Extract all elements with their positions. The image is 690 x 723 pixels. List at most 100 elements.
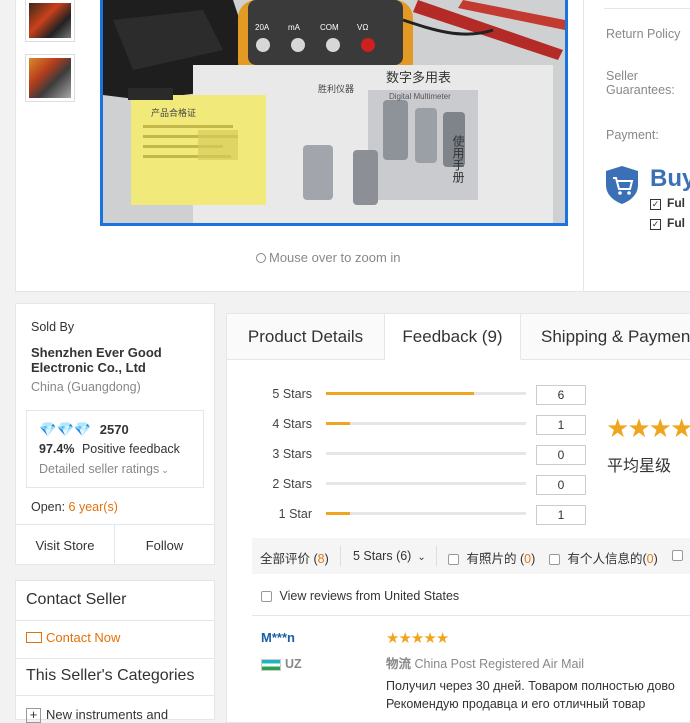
positive-feedback-label: Positive feedback [81,442,180,456]
rating-bar-fill [326,392,474,395]
checkbox[interactable] [448,554,459,566]
filter-with-photos-close: ) [531,552,536,566]
seller-actions: Visit Store Follow [16,524,214,565]
certificate-title: 产品合格证 [151,107,196,119]
seller-name-link[interactable]: Shenzhen Ever Good Electronic Co., Ltd [31,345,201,375]
contact-now-link[interactable]: Contact Now [26,630,120,645]
filter-more[interactable] [672,548,683,562]
thumbnail-2-image [29,58,71,98]
manual-title: 数字多用表 [386,70,451,86]
rating-label: 2 Stars [272,477,312,491]
contact-seller-card: Contact Seller Contact Now This Seller's… [15,580,215,723]
meter-port-label-1: 20A [255,23,270,32]
filter-all-count: 8 [317,552,325,566]
search-icon [256,253,266,263]
category-item[interactable]: + New instruments and [26,707,168,723]
star-icon: ★ [410,630,424,647]
checkbox-checked-icon: ✓ [650,199,661,210]
rating-count: 0 [536,445,586,465]
rating-bar [326,452,526,455]
rating-bar [326,422,526,425]
manual-subtitle: Digital Multimeter [389,92,451,101]
thumbnail-1-image [29,3,71,38]
chevron-down-icon: ⌄ [417,552,426,563]
filter-with-photos[interactable]: 有照片的 (0) [448,548,535,567]
protection-item-2-text: Ful [667,216,685,230]
manual-side-text: 使用手册 [451,134,465,184]
store-open-duration: Open: 6 year(s) [31,500,118,514]
divider [16,695,214,696]
star-icon: ★ [627,413,650,443]
rating-row-1-star[interactable]: 1 Star 1 [240,505,600,525]
diamond-icon: 💎 [56,421,74,437]
open-label: Open: [31,500,66,514]
rating-row-2-stars[interactable]: 2 Stars 0 [240,475,600,495]
tab-feedback[interactable]: Feedback (9) [385,314,521,360]
stars-filter-select[interactable]: 5 Stars (6) ⌄ [353,549,426,563]
category-item-label: New instruments and [46,707,169,722]
review-star-rating: ★★★★★ [386,629,449,647]
payment-label: Payment: [606,128,659,142]
tab-shipping-payment[interactable]: Shipping & Payment [521,314,690,360]
envelope-icon [26,632,42,643]
protection-item-2: ✓ Ful [650,216,685,230]
star-icon: ★ [648,413,672,443]
star-icon: ★ [435,630,449,647]
diamond-icon: 💎 [39,421,57,437]
protection-item-1-text: Ful [667,196,685,210]
uz-flag-icon [261,658,281,671]
divider [16,620,214,621]
review-text-line-1: Получил через 30 дней. Товаром полностью… [386,679,675,693]
feedback-filter-bar: 全部评价 (8) 5 Stars (6) ⌄ 有照片的 (0) 有个人信息的(0) [252,538,690,574]
rating-row-5-stars[interactable]: 5 Stars 6 [240,385,600,405]
seller-score: 2570 [99,422,129,437]
contact-seller-title: Contact Seller [26,591,127,608]
rating-bar-fill [326,512,350,515]
checkbox-checked-icon: ✓ [650,219,661,230]
thumbnail-1[interactable] [25,0,75,42]
meter-port-label-2: mA [288,23,301,32]
meter-port-label-4: VΩ [357,23,368,32]
rating-row-3-stars[interactable]: 3 Stars 0 [240,445,600,465]
star-icon: ★ [669,413,690,443]
follow-button[interactable]: Follow [115,525,214,565]
filter-united-states-label: View reviews from United States [279,589,460,603]
rating-count: 1 [536,415,586,435]
filter-all-label: 全部评价 ( [260,552,318,566]
zoom-hint-text: Mouse over to zoom in [269,250,401,265]
filter-all[interactable]: 全部评价 (8) [260,548,329,567]
filter-all-close: ) [324,552,329,566]
rating-label: 1 Star [278,507,312,521]
reviewer-name[interactable]: M***n [261,630,295,645]
tab-product-details[interactable]: Product Details [227,314,385,360]
contact-now-text: Contact Now [46,630,121,645]
checkbox[interactable] [672,550,683,562]
rating-count: 0 [536,475,586,495]
review-text-line-2: Рекомендую продавца и его отличный товар [386,697,646,711]
detailed-ratings-text: Detailed seller ratings [39,462,160,476]
filter-with-photos-label: 有照片的 ( [466,552,525,566]
buyer-protection-block: Buy ✓ Ful ✓ Ful [605,165,690,230]
reviewer-country: UZ [261,657,302,671]
rating-label: 5 Stars [272,387,312,401]
visit-store-button[interactable]: Visit Store [16,525,115,565]
rating-bar [326,512,526,515]
rating-row-4-stars[interactable]: 4 Stars 1 [240,415,600,435]
detailed-ratings-toggle[interactable]: Detailed seller ratings ⌄ [39,462,169,476]
filter-personal-info[interactable]: 有个人信息的(0) [549,548,658,567]
rating-count: 1 [536,505,586,525]
star-icon: ★ [423,630,436,647]
seller-categories-title: This Seller's Categories [26,667,195,684]
star-icon: ★ [398,630,411,647]
checkbox[interactable] [549,554,560,566]
rating-label: 3 Stars [272,447,312,461]
thumbnail-2[interactable] [25,54,75,102]
filter-united-states[interactable]: View reviews from United States [261,589,459,603]
seller-rating-box: 💎💎💎 2570 97.4% Positive feedback Detaile… [26,410,204,488]
reviewer-country-code: UZ [285,657,302,671]
main-product-image[interactable]: 20A mA COM VΩ 数字多用表 Digital Multimeter 使… [100,0,568,226]
rating-bar [326,392,526,395]
checkbox[interactable] [261,591,272,603]
product-meta-column: Return Policy Seller Guarantees: Payment… [583,0,690,292]
protection-item-1: ✓ Ful [650,196,685,210]
